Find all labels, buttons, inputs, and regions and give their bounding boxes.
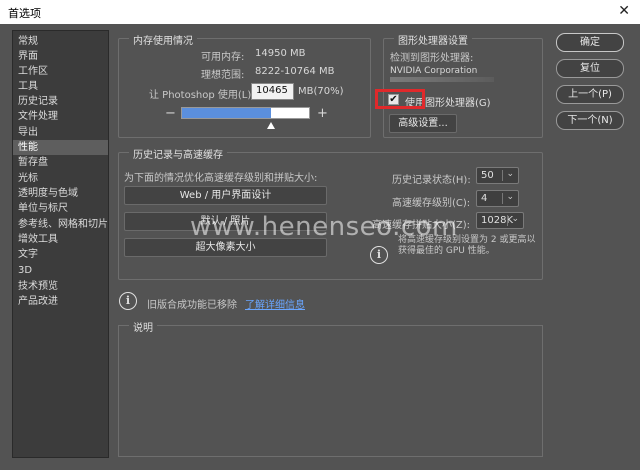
window-title: 首选项 xyxy=(8,7,41,20)
memory-use-unit: MB(70%) xyxy=(298,86,344,97)
history-states-select[interactable]: 50 ⌄ xyxy=(476,167,519,184)
history-cache-title: 历史记录与高速缓存 xyxy=(129,146,227,161)
sidebar-item[interactable]: 工作区 xyxy=(13,64,108,79)
memory-slider[interactable] xyxy=(181,107,310,119)
sidebar-item[interactable]: 界面 xyxy=(13,49,108,64)
sidebar-item[interactable]: 3D xyxy=(13,263,108,278)
sidebar-item[interactable]: 暂存盘 xyxy=(13,155,108,170)
chevron-down-icon: ⌄ xyxy=(506,169,514,179)
next-button[interactable]: 下一个(N) xyxy=(556,111,624,130)
sidebar-item[interactable]: 产品改进 xyxy=(13,294,108,309)
memory-slider-fill xyxy=(182,108,271,118)
sidebar-item[interactable]: 工具 xyxy=(13,79,108,94)
chevron-down-icon: ⌄ xyxy=(511,214,519,224)
ideal-range-value: 8222-10764 MB xyxy=(255,66,335,77)
advanced-settings-button[interactable]: 高级设置... xyxy=(389,114,457,133)
watermark-text: www.henenseo.com xyxy=(190,212,458,242)
history-states-value: 50 xyxy=(481,170,494,181)
preset-web-button[interactable]: Web / 用户界面设计 xyxy=(124,186,327,205)
ok-button[interactable]: 确定 xyxy=(556,33,624,52)
cache-levels-label: 高速缓存级别(C): xyxy=(392,198,471,209)
gpu-settings-title: 图形处理器设置 xyxy=(394,32,472,47)
sidebar: 常规 界面 工作区 工具 历史记录 文件处理 导出 性能 暂存盘 光标 透明度与色域 单位与标尺 参考线… xyxy=(12,30,109,458)
info-icon: i xyxy=(370,246,388,264)
chevron-down-icon: ⌄ xyxy=(506,192,514,202)
tile-size-value: 1028K xyxy=(481,215,514,226)
tile-size-select[interactable]: 1028K ⌄ xyxy=(476,212,524,229)
history-states-label: 历史记录状态(H): xyxy=(392,175,471,186)
available-memory-label: 可用内存: xyxy=(201,52,245,63)
sidebar-item[interactable]: 性能 xyxy=(13,140,108,155)
sidebar-item[interactable]: 增效工具 xyxy=(13,232,108,247)
gpu-detected-label: 检测到图形处理器: xyxy=(390,53,474,64)
available-memory-value: 14950 MB xyxy=(255,48,306,59)
cache-levels-value: 4 xyxy=(481,193,488,204)
learn-more-link[interactable]: 了解详细信息 xyxy=(245,296,305,311)
optimize-label: 为下面的情况优化高速缓存级别和拼贴大小: xyxy=(124,173,318,184)
sidebar-item[interactable]: 文件处理 xyxy=(13,109,108,124)
plus-icon[interactable]: + xyxy=(317,106,328,121)
photoshop-use-label: 让 Photoshop 使用(L): xyxy=(149,90,255,101)
cache-levels-select[interactable]: 4 ⌄ xyxy=(476,190,519,207)
memory-usage-title: 内存使用情况 xyxy=(129,32,197,47)
sidebar-item[interactable]: 历史记录 xyxy=(13,94,108,109)
sidebar-item[interactable]: 导出 xyxy=(13,125,108,140)
description-title: 说明 xyxy=(129,319,157,334)
reset-button[interactable]: 复位 xyxy=(556,59,624,78)
title-bar: 首选项 ✕ xyxy=(0,0,640,24)
sidebar-item[interactable]: 文字 xyxy=(13,247,108,262)
sidebar-item[interactable]: 技术预览 xyxy=(13,279,108,294)
memory-use-input[interactable]: 10465 xyxy=(251,83,294,100)
sidebar-item[interactable]: 常规 xyxy=(13,34,108,49)
sidebar-item[interactable]: 参考线、网格和切片 xyxy=(13,217,108,232)
prev-button[interactable]: 上一个(P) xyxy=(556,85,624,104)
info-icon: i xyxy=(119,292,137,310)
memory-slider-thumb[interactable] xyxy=(266,122,275,129)
sidebar-item[interactable]: 透明度与色域 xyxy=(13,186,108,201)
legacy-compositing-text: 旧版合成功能已移除 xyxy=(147,300,237,311)
gpu-name-fade xyxy=(390,77,494,82)
sidebar-item[interactable]: 光标 xyxy=(13,171,108,186)
close-icon[interactable]: ✕ xyxy=(618,3,630,19)
description-box: 说明 xyxy=(118,319,543,457)
highlight-box xyxy=(375,89,425,109)
ideal-range-label: 理想范围: xyxy=(201,70,245,81)
sidebar-item[interactable]: 单位与标尺 xyxy=(13,201,108,216)
minus-icon[interactable]: − xyxy=(165,106,176,121)
